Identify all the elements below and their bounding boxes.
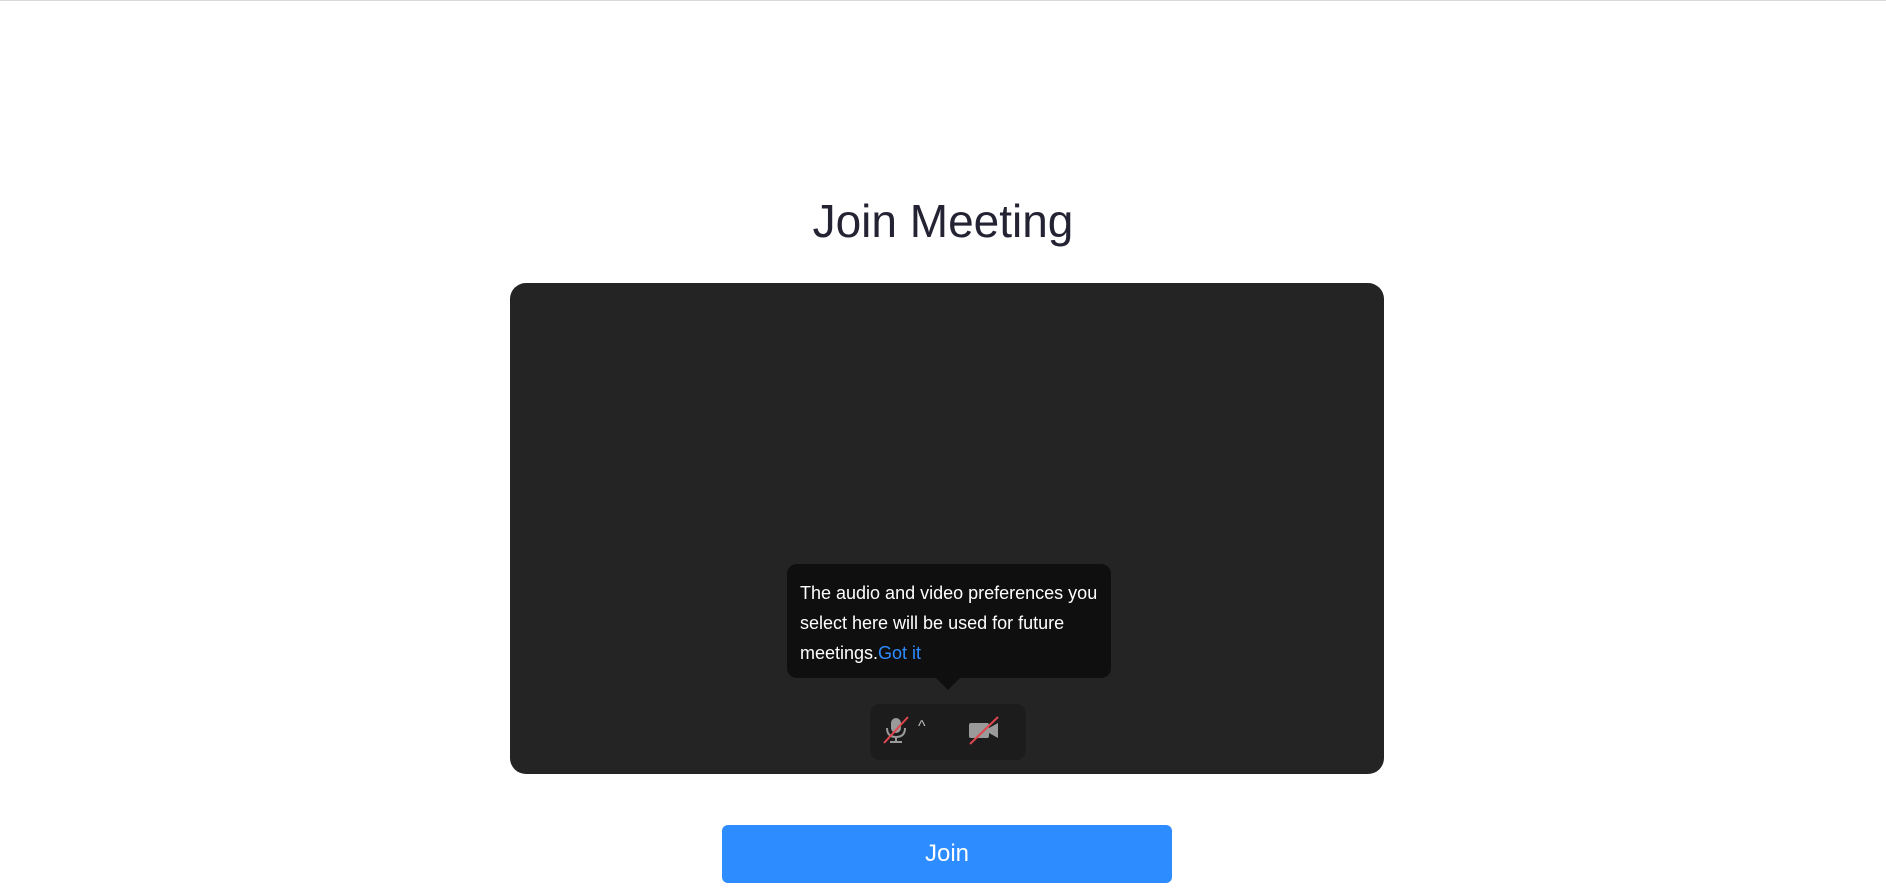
tooltip-message: The audio and video preferences you sele… bbox=[800, 583, 1098, 663]
media-controls: ^ bbox=[870, 704, 1026, 760]
preferences-tooltip: The audio and video preferences you sele… bbox=[787, 564, 1111, 690]
video-toggle-button[interactable] bbox=[966, 714, 1008, 751]
audio-options-caret[interactable]: ^ bbox=[918, 718, 926, 736]
got-it-link[interactable]: Got it bbox=[878, 643, 921, 663]
page-title: Join Meeting bbox=[812, 195, 1074, 247]
join-meeting-page: Join Meeting The audio and video prefere… bbox=[0, 0, 1886, 890]
video-preview: The audio and video preferences you sele… bbox=[510, 283, 1384, 774]
join-button[interactable]: Join bbox=[722, 825, 1172, 883]
video-off-icon bbox=[966, 714, 1002, 751]
microphone-muted-icon bbox=[880, 714, 912, 751]
audio-toggle-button[interactable]: ^ bbox=[880, 714, 936, 751]
